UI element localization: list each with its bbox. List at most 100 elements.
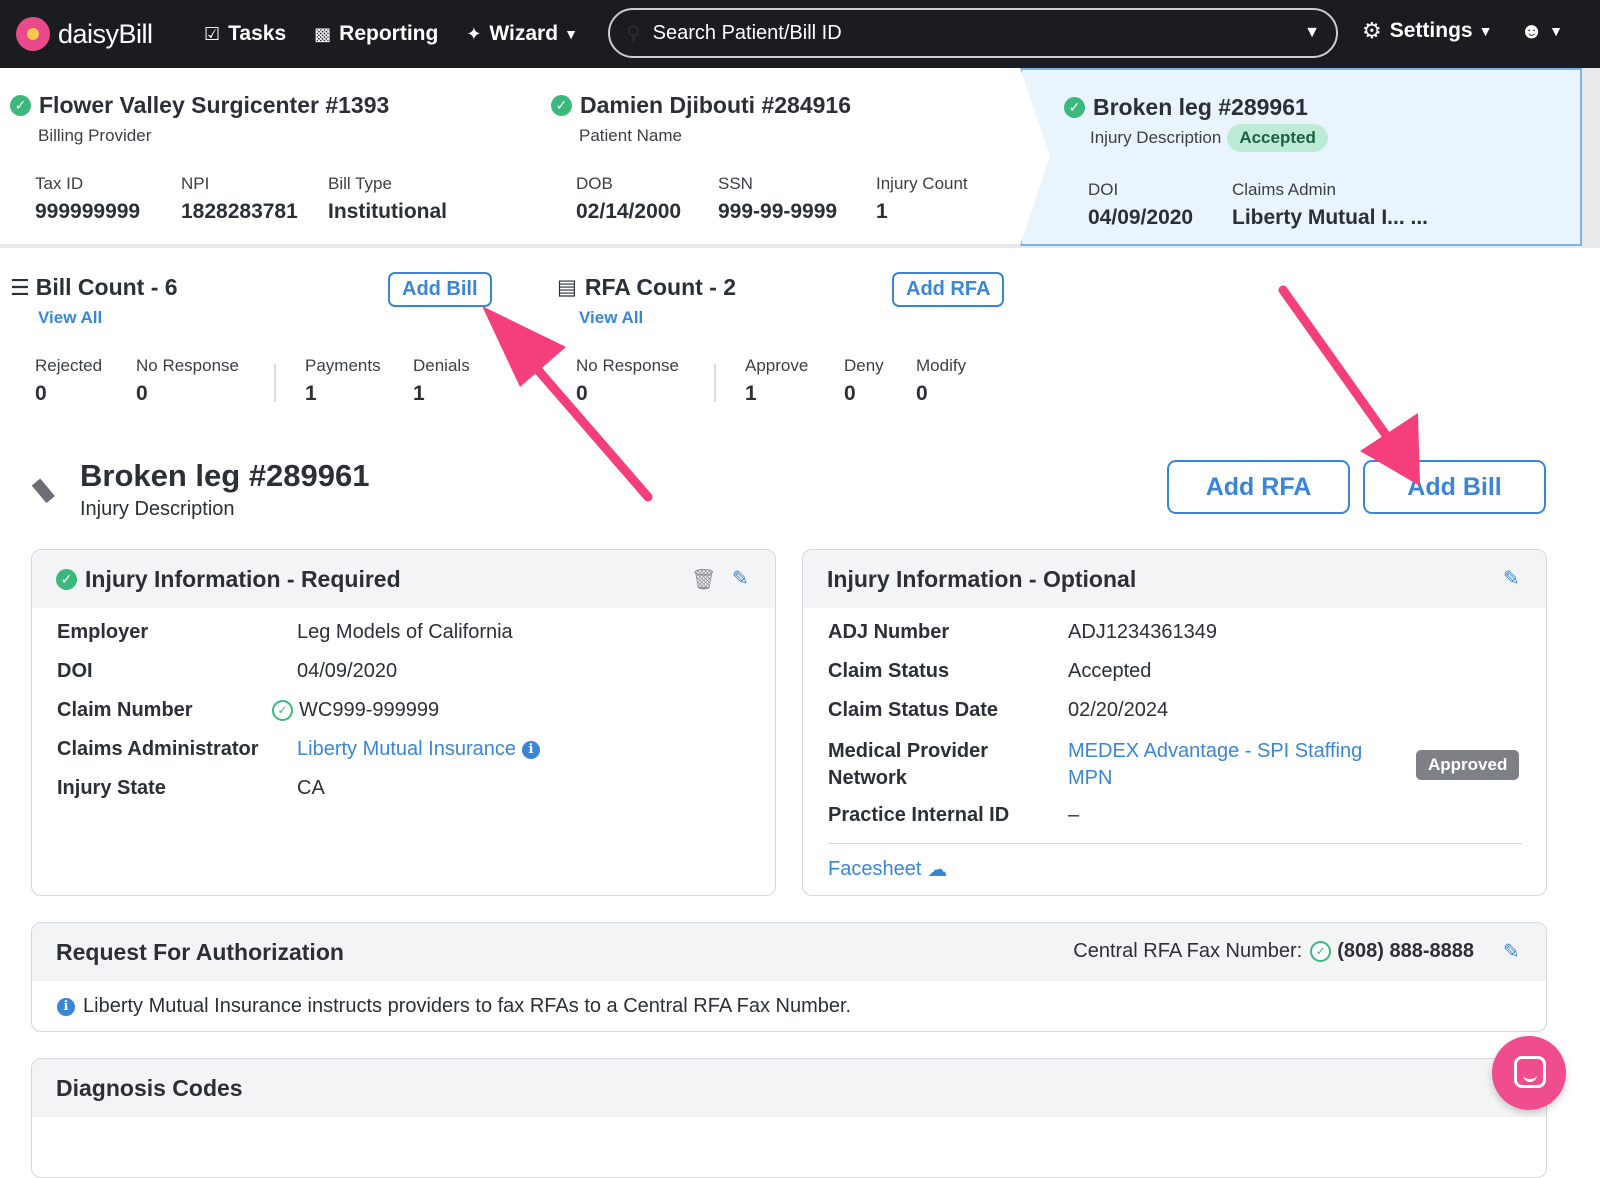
- rfas-view-all-link[interactable]: View All: [579, 308, 643, 328]
- chevron-down-icon[interactable]: ▼: [1304, 24, 1320, 42]
- chevron-down-icon: ▼: [1549, 23, 1564, 39]
- npi-value: 1828283781: [181, 200, 298, 223]
- page-title: Broken leg #289961: [80, 458, 370, 493]
- pencil-icon[interactable]: ✎: [1503, 566, 1520, 591]
- patient-card[interactable]: ✓ Damien Djibouti #284916 Patient Name D…: [505, 68, 1060, 244]
- dob-value: 02/14/2000: [576, 200, 682, 223]
- panel-header: Diagnosis Codes: [32, 1059, 1546, 1117]
- claims-administrator-link[interactable]: Liberty Mutual Insurance: [297, 738, 516, 761]
- claim-number-value: WC999-999999: [299, 699, 440, 721]
- info-icon[interactable]: i: [522, 740, 541, 759]
- search-icon: ⚲: [626, 22, 641, 45]
- pencil-icon[interactable]: ✎: [1503, 939, 1520, 964]
- gear-icon: ⚙: [1362, 18, 1382, 43]
- user-avatar-icon: ☻: [1520, 18, 1544, 43]
- billing-provider-card[interactable]: ✓ Flower Valley Surgicenter #1393 Billin…: [0, 68, 540, 244]
- search-input[interactable]: [652, 21, 1305, 45]
- logo[interactable]: daisyBill: [16, 17, 176, 51]
- modify-label: Modify: [916, 356, 967, 375]
- denials-label: Denials: [413, 356, 470, 375]
- facesheet-label: Facesheet: [828, 858, 922, 880]
- panel-header: Injury Information - Optional: [803, 550, 1546, 608]
- npi-label: NPI: [181, 174, 210, 193]
- bills-view-all-link[interactable]: View All: [38, 308, 102, 328]
- divider: [828, 843, 1522, 844]
- arrow-to-add-bill: [1278, 285, 1420, 486]
- claim-status-date-value: 02/20/2024: [1068, 699, 1169, 721]
- chevron-down-icon: ▼: [1478, 23, 1493, 39]
- add-bill-button[interactable]: Add Bill: [1363, 460, 1546, 514]
- nav-wizard[interactable]: ✦ Wizard ▼: [466, 22, 578, 46]
- add-bill-button-small[interactable]: Add Bill: [388, 272, 492, 307]
- user-menu[interactable]: ☻ ▼: [1520, 18, 1563, 44]
- bill-count-card: ☰ Bill Count - 6 View All Add Bill Rejec…: [0, 252, 540, 430]
- diagnosis-panel: Diagnosis Codes: [31, 1058, 1547, 1178]
- settings-label: Settings: [1389, 19, 1473, 42]
- magic-wand-icon: ✦: [466, 23, 482, 44]
- provider-title-text: Flower Valley Surgicenter #1393: [39, 92, 390, 118]
- nav-reporting-label: Reporting: [339, 22, 439, 45]
- tax-id-value: 999999999: [35, 200, 141, 223]
- bill-count-text: Bill Count - 6: [35, 274, 178, 300]
- claims-administrator-value-row: Liberty Mutual Insurance i: [297, 738, 541, 761]
- injury-state-value: CA: [297, 777, 325, 799]
- settings-menu[interactable]: ⚙ Settings ▼: [1362, 18, 1492, 44]
- claims-admin-value: Liberty Mutual I... ...: [1232, 206, 1429, 229]
- rfa-no-response-label: No Response: [576, 356, 680, 375]
- document-icon: ▤: [557, 276, 577, 299]
- employer-label: Employer: [57, 621, 149, 643]
- claim-status-value: Accepted: [1068, 660, 1152, 682]
- trash-icon[interactable]: 🗑: [691, 567, 716, 592]
- nav-reporting[interactable]: ▩ Reporting: [314, 22, 438, 46]
- bandage-icon: ▮: [25, 471, 60, 508]
- denials-value: 1: [413, 382, 425, 405]
- injury-state-label: Injury State: [57, 777, 166, 799]
- adj-number-value: ADJ1234361349: [1068, 621, 1218, 643]
- rfa-count-title: ▤ RFA Count - 2: [557, 274, 736, 301]
- check-circle-icon: ✓: [551, 95, 572, 116]
- stats-row: ☰ Bill Count - 6 View All Add Bill Rejec…: [0, 252, 1070, 436]
- doi-value: 04/09/2020: [1088, 206, 1194, 229]
- rfa-no-response-value: 0: [576, 382, 588, 405]
- summary-row: ✓ Flower Valley Surgicenter #1393 Billin…: [0, 68, 1600, 248]
- chat-icon: [1514, 1056, 1546, 1088]
- ssn-value: 999-99-9999: [718, 200, 838, 223]
- employer-value: Leg Models of California: [297, 621, 513, 643]
- modify-value: 0: [916, 382, 928, 405]
- deny-label: Deny: [844, 356, 884, 375]
- patient-subtitle: Patient Name: [579, 126, 682, 145]
- approve-label: Approve: [745, 356, 809, 375]
- bill-type-value: Institutional: [328, 200, 447, 223]
- status-badge: Accepted: [1227, 124, 1328, 152]
- bar-chart-icon: ▩: [314, 23, 332, 44]
- payments-label: Payments: [305, 356, 381, 375]
- injury-count-label: Injury Count: [876, 174, 968, 193]
- check-circle-icon: ✓: [10, 95, 31, 116]
- mpn-status-badge: Approved: [1416, 750, 1520, 780]
- tax-id-label: Tax ID: [35, 174, 84, 193]
- check-circle-icon: ✓: [1310, 941, 1332, 962]
- no-response-label: No Response: [136, 356, 240, 375]
- nav-tasks[interactable]: ☑ Tasks: [204, 22, 286, 46]
- chevron-down-icon: ▼: [564, 26, 578, 42]
- pencil-icon[interactable]: ✎: [732, 566, 749, 591]
- injury-card[interactable]: ✓ Broken leg #289961 Injury Description …: [1020, 68, 1582, 246]
- doi-value: 04/09/2020: [297, 660, 398, 682]
- rejected-value: 0: [35, 382, 47, 405]
- ssn-label: SSN: [718, 174, 753, 193]
- injury-optional-panel: Injury Information - Optional ✎ ADJ Numb…: [802, 549, 1547, 896]
- rfa-panel: Request For Authorization Central RFA Fa…: [31, 922, 1547, 1032]
- page-subtitle: Injury Description: [80, 498, 235, 520]
- check-circle-icon: ✓: [272, 700, 293, 721]
- bill-type-label: Bill Type: [328, 174, 392, 193]
- clipboard-check-icon: ☑: [204, 23, 221, 44]
- add-rfa-button[interactable]: Add RFA: [1167, 460, 1350, 514]
- panel-header: ✓ Injury Information - Required: [32, 550, 775, 608]
- facesheet-link[interactable]: Facesheet ☁: [828, 857, 947, 882]
- mpn-link[interactable]: MEDEX Advantage - SPI Staffing MPN: [1068, 738, 1398, 792]
- search-bar[interactable]: ⚲ ▼: [608, 8, 1338, 58]
- logo-text: daisyBill: [58, 18, 153, 49]
- panel-title: Diagnosis Codes: [56, 1074, 243, 1101]
- add-rfa-button-small[interactable]: Add RFA: [892, 272, 1005, 307]
- chat-launcher-button[interactable]: [1492, 1036, 1566, 1110]
